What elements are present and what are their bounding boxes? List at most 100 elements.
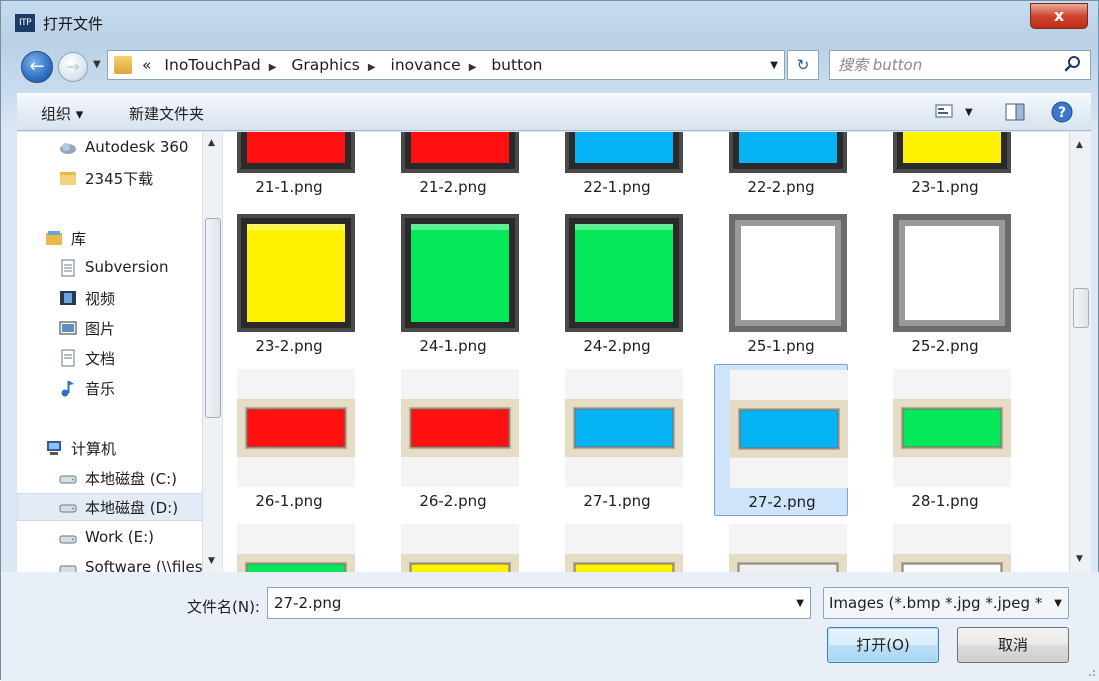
file-item[interactable]: 21-2.png: [386, 132, 520, 202]
organize-menu[interactable]: 组织 ▾: [41, 103, 83, 124]
nav-item-documents[interactable]: 文档: [17, 344, 203, 372]
refresh-button[interactable]: ↻: [787, 50, 819, 80]
drive-icon: [59, 504, 77, 513]
nav-item-drive-d[interactable]: 本地磁盘 (D:): [17, 493, 203, 521]
file-thumbnail: [565, 369, 683, 487]
command-bar: 组织 ▾ 新建文件夹 ▼ ?: [17, 93, 1091, 131]
breadcrumb-item[interactable]: button: [491, 56, 542, 74]
resize-grip-icon[interactable]: [1086, 667, 1096, 677]
file-item[interactable]: 26-2.png: [386, 364, 520, 516]
nav-item-label: 本地磁盘 (C:): [85, 470, 177, 488]
back-button[interactable]: ←: [21, 51, 53, 83]
nav-item-pictures[interactable]: 图片: [17, 314, 203, 342]
scrollbar-thumb[interactable]: [205, 218, 221, 418]
file-item[interactable]: 24-2.png: [550, 209, 684, 361]
file-name: 23-1.png: [911, 178, 979, 196]
chevron-right-icon[interactable]: ▶: [269, 62, 277, 73]
file-thumbnail: [401, 132, 519, 173]
file-item[interactable]: 25-1.png: [714, 209, 848, 361]
file-thumbnail: [237, 132, 355, 173]
file-thumbnail: [729, 214, 847, 332]
chevron-down-icon[interactable]: ▼: [796, 598, 804, 609]
video-icon: [60, 291, 76, 305]
filename-combobox[interactable]: ▼: [267, 587, 811, 619]
file-item[interactable]: 26-1.png: [223, 364, 356, 516]
open-file-dialog: ITP 打开文件 x ← → ▼ « InoTouchPad ▶ Graphics…: [0, 0, 1099, 681]
scroll-up-icon[interactable]: ▲: [208, 138, 215, 148]
nav-item-drive-e[interactable]: Work (E:): [17, 524, 203, 552]
file-item[interactable]: 22-2.png: [714, 132, 848, 202]
nav-item-libraries[interactable]: 库: [17, 224, 203, 252]
chevron-right-icon[interactable]: ▶: [469, 62, 477, 73]
address-bar[interactable]: « InoTouchPad ▶ Graphics ▶ inovance ▶ butto…: [107, 50, 785, 80]
view-options-icon[interactable]: [935, 102, 953, 120]
file-item[interactable]: 22-1.png: [550, 132, 684, 202]
scroll-down-icon[interactable]: ▼: [1076, 554, 1083, 564]
file-item[interactable]: 27-1.png: [550, 364, 684, 516]
navigation-pane[interactable]: Autodesk 360 2345下载 库 Subversion 视频 图片 文…: [17, 132, 222, 572]
breadcrumb-item[interactable]: Graphics: [291, 56, 359, 74]
nav-item-drive-c[interactable]: 本地磁盘 (C:): [17, 464, 203, 492]
nav-item-2345-downloads[interactable]: 2345下载: [17, 164, 203, 192]
search-box[interactable]: [829, 50, 1091, 80]
nav-item-music[interactable]: 音乐: [17, 374, 203, 402]
file-item[interactable]: 25-2.png: [878, 209, 1012, 361]
open-button[interactable]: 打开(O): [827, 627, 939, 663]
navigation-scrollbar[interactable]: ▲ ▼: [202, 132, 222, 572]
breadcrumb-item[interactable]: InoTouchPad: [164, 56, 260, 74]
nav-item-videos[interactable]: 视频: [17, 284, 203, 312]
nav-item-software-share[interactable]: Software (\\files: [17, 554, 203, 572]
button-face: [411, 132, 509, 163]
breadcrumb-item[interactable]: inovance: [391, 56, 461, 74]
filetype-select[interactable]: Images (*.bmp *.jpg *.jpeg * ▼: [823, 587, 1069, 619]
button-highlight: [411, 224, 509, 230]
nav-item-autodesk-360[interactable]: Autodesk 360: [17, 134, 203, 162]
chevron-right-icon[interactable]: ▶: [368, 62, 376, 73]
file-item[interactable]: 21-1.png: [223, 132, 356, 202]
file-name: 21-2.png: [419, 178, 487, 196]
search-icon[interactable]: [1064, 55, 1082, 73]
new-folder-button[interactable]: 新建文件夹: [129, 103, 204, 124]
nav-item-label: Subversion: [85, 258, 169, 276]
file-item[interactable]: [714, 519, 848, 572]
address-dropdown-icon[interactable]: ▼: [770, 60, 778, 71]
file-name: 27-1.png: [583, 492, 651, 510]
file-item[interactable]: 28-1.png: [878, 364, 1012, 516]
scroll-down-icon[interactable]: ▼: [208, 556, 215, 566]
window-title: 打开文件: [43, 15, 104, 33]
search-input[interactable]: [836, 54, 1056, 76]
help-icon[interactable]: ?: [1051, 101, 1073, 123]
nav-item-subversion[interactable]: Subversion: [17, 254, 203, 282]
button-face: [738, 563, 838, 572]
file-thumbnail: [401, 369, 519, 487]
filename-input[interactable]: [272, 593, 772, 613]
file-item[interactable]: [550, 519, 684, 572]
file-list[interactable]: 21-1.png 21-2.png 22-1.png 22-2.png 23-1.png…: [223, 132, 1069, 572]
title-bar[interactable]: ITP 打开文件 x: [1, 1, 1098, 45]
breadcrumb-overflow[interactable]: «: [142, 56, 151, 74]
cancel-button[interactable]: 取消: [957, 627, 1069, 663]
recent-locations-dropdown[interactable]: ▼: [93, 59, 101, 70]
preview-pane-icon[interactable]: [1005, 102, 1025, 122]
close-button[interactable]: x: [1030, 3, 1088, 29]
file-thumbnail: [237, 214, 355, 332]
file-item[interactable]: 23-2.png: [223, 209, 356, 361]
nav-item-computer[interactable]: 计算机: [17, 434, 203, 462]
file-item[interactable]: [878, 519, 1012, 572]
forward-button[interactable]: →: [58, 52, 88, 82]
file-item[interactable]: 23-1.png: [878, 132, 1012, 202]
file-item[interactable]: [386, 519, 520, 572]
file-item[interactable]: 24-1.png: [386, 209, 520, 361]
view-dropdown-icon[interactable]: ▼: [965, 107, 973, 118]
chevron-down-icon[interactable]: ▼: [1054, 598, 1062, 609]
file-name: 26-1.png: [255, 492, 323, 510]
button-highlight: [247, 224, 345, 230]
file-list-scrollbar[interactable]: ▲ ▼: [1069, 132, 1091, 572]
filename-label: 文件名(N):: [187, 598, 260, 616]
file-item[interactable]: [223, 519, 356, 572]
file-item[interactable]: 27-2.png: [714, 364, 848, 516]
button-face: [739, 409, 839, 449]
scrollbar-thumb[interactable]: [1073, 288, 1089, 328]
scroll-up-icon[interactable]: ▲: [1076, 140, 1083, 150]
button-face: [410, 563, 510, 572]
